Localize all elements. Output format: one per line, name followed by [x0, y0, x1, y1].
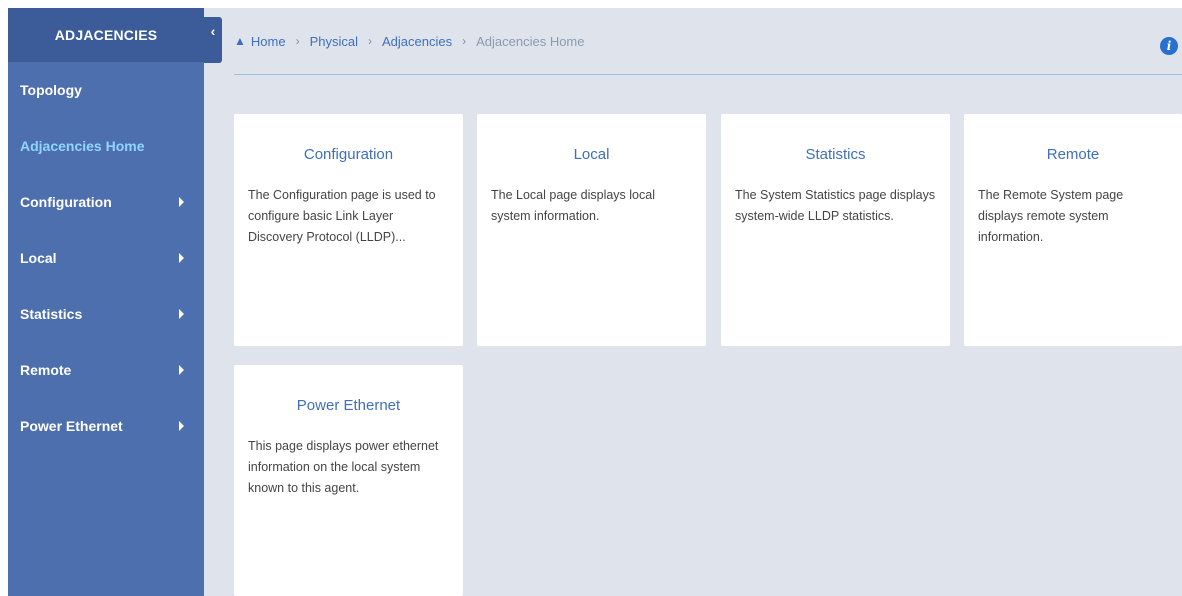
caret-right-icon — [179, 197, 184, 207]
sidebar-header: ADJACENCIES — [8, 8, 204, 62]
chevron-left-icon[interactable]: ‹ — [204, 17, 222, 63]
breadcrumb-home[interactable]: Home — [251, 34, 286, 49]
sidebar-item-label: Remote — [20, 362, 72, 378]
card-title: Power Ethernet — [296, 397, 401, 414]
sidebar-item-remote[interactable]: Remote — [8, 342, 204, 398]
card-power-ethernet[interactable]: Power Ethernet This page displays power … — [234, 365, 463, 596]
sidebar-item-topology[interactable]: Topology — [8, 62, 204, 118]
card-remote[interactable]: Remote The Remote System page displays r… — [964, 114, 1182, 346]
sidebar-item-configuration[interactable]: Configuration — [8, 174, 204, 230]
breadcrumb: ▲ Home › Physical › Adjacencies › Adjace… — [234, 8, 1182, 75]
card-statistics[interactable]: Statistics The System Statistics page di… — [721, 114, 950, 346]
chevron-right-icon: › — [462, 34, 467, 48]
sidebar-item-power-ethernet[interactable]: Power Ethernet — [8, 398, 204, 454]
caret-right-icon — [179, 421, 184, 431]
main-content: ▲ Home › Physical › Adjacencies › Adjace… — [204, 8, 1182, 596]
card-local[interactable]: Local The Local page displays local syst… — [477, 114, 706, 346]
card-title: Configuration — [303, 146, 394, 163]
card-configuration[interactable]: Configuration The Configuration page is … — [234, 114, 463, 346]
sidebar-item-adjacencies-home[interactable]: Adjacencies Home — [8, 118, 204, 174]
sidebar-item-label: Statistics — [20, 306, 83, 322]
card-title: Local — [573, 146, 610, 163]
card-title: Statistics — [805, 146, 866, 163]
chevron-right-icon: › — [295, 34, 300, 48]
home-icon[interactable]: ▲ — [234, 34, 246, 48]
sidebar-item-local[interactable]: Local — [8, 230, 204, 286]
caret-right-icon — [179, 365, 184, 375]
card-description: This page displays power ethernet inform… — [248, 439, 439, 495]
sidebar-item-label: Configuration — [20, 194, 112, 210]
card-description: The System Statistics page displays syst… — [735, 188, 936, 223]
breadcrumb-physical[interactable]: Physical — [310, 34, 358, 49]
sidebar-item-label: Topology — [20, 82, 82, 98]
info-icon[interactable]: i — [1160, 37, 1178, 55]
sidebar-item-label: Local — [20, 250, 57, 266]
sidebar-item-label: Power Ethernet — [20, 418, 123, 434]
card-description: The Remote System page displays remote s… — [978, 188, 1124, 244]
sidebar: ADJACENCIES Topology Adjacencies Home Co… — [8, 8, 204, 596]
sidebar-item-label: Adjacencies Home — [20, 138, 145, 154]
breadcrumb-current: Adjacencies Home — [476, 33, 585, 49]
caret-right-icon — [179, 309, 184, 319]
chevron-right-icon: › — [368, 34, 372, 48]
card-description: The Local page displays local system inf… — [491, 188, 655, 223]
caret-right-icon — [179, 253, 184, 263]
card-title: Remote — [1046, 146, 1100, 163]
card-description: The Configuration page is used to config… — [248, 188, 436, 244]
sidebar-item-statistics[interactable]: Statistics — [8, 286, 204, 342]
breadcrumb-adjacencies[interactable]: Adjacencies — [382, 34, 452, 49]
